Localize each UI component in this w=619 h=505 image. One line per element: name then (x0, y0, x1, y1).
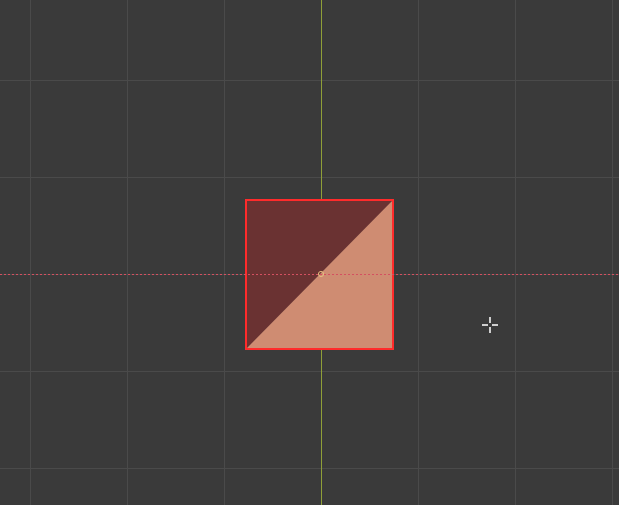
object-origin (318, 271, 324, 277)
grid-line-h (0, 371, 619, 372)
grid-line-v (224, 0, 225, 505)
viewport-3d[interactable] (0, 0, 619, 505)
grid-line-v (418, 0, 419, 505)
grid-line-h (0, 80, 619, 81)
grid-line-v (127, 0, 128, 505)
grid-line-h (0, 468, 619, 469)
grid-line-v (515, 0, 516, 505)
cursor-3d (482, 317, 498, 333)
grid-line-h (0, 177, 619, 178)
axis-x (0, 274, 619, 275)
grid-line-v (612, 0, 613, 505)
grid-line-v (30, 0, 31, 505)
